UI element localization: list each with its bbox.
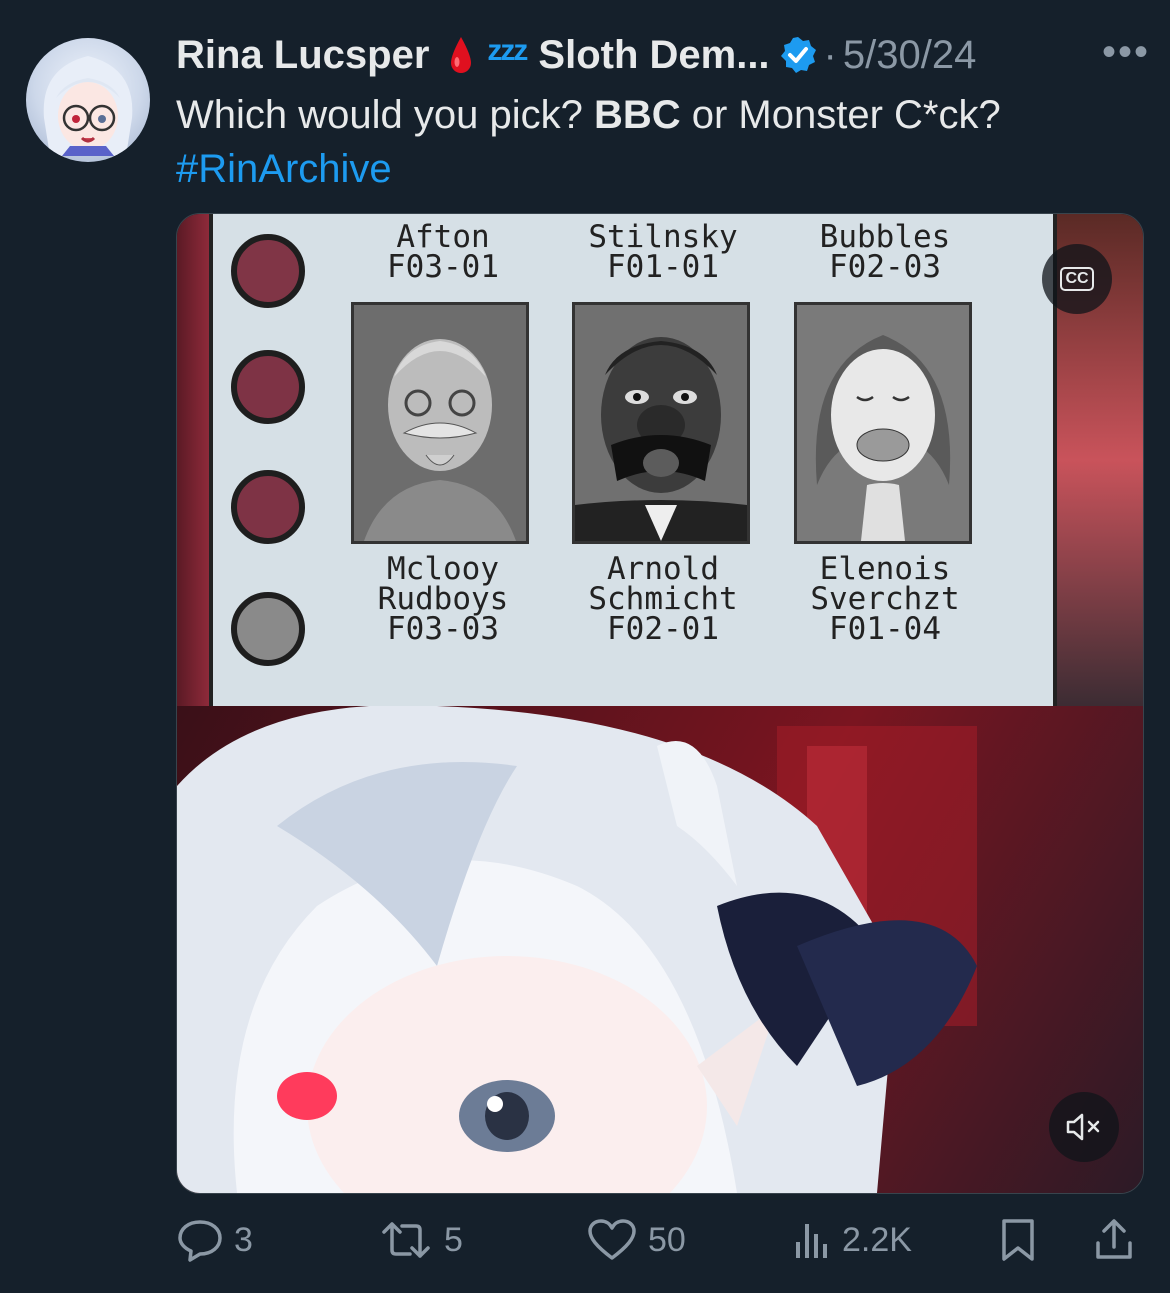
streamer-avatar-overlay: [177, 705, 1143, 1193]
portrait-old-man-drawing: [354, 305, 526, 541]
display-name-suffix[interactable]: Sloth Dem...: [538, 33, 769, 78]
sleep-zzz-icon: zzz: [487, 34, 528, 67]
portrait-mustache-man: [572, 302, 750, 544]
binder-hole: [231, 592, 305, 666]
dossier-code: F01-01: [607, 249, 719, 285]
dossier-entry-stilnsky: Stilnsky F01-01: [575, 219, 751, 285]
dossier-name: Rudboys: [377, 581, 509, 617]
dossier-name: Schmicht: [588, 581, 738, 617]
dossier-code: F02-01: [607, 611, 719, 647]
post-text: Which would you pick? BBC or Monster C*c…: [176, 88, 1001, 196]
dossier-name: Arnold: [607, 551, 719, 587]
binder-hole: [231, 470, 305, 544]
repost-icon: [382, 1222, 430, 1258]
separator-dot: ·: [823, 32, 837, 77]
more-options-button[interactable]: •••: [1102, 30, 1150, 75]
view-count: 2.2K: [842, 1220, 912, 1259]
analytics-bars-icon: [796, 1224, 827, 1258]
captions-button[interactable]: CC: [1042, 244, 1112, 314]
dossier-code: F03-01: [387, 249, 499, 285]
vtuber-illustration: [177, 705, 977, 1193]
share-button[interactable]: [1092, 1217, 1136, 1263]
author-avatar[interactable]: [26, 38, 150, 162]
dossier-code: F03-03: [387, 611, 499, 647]
reply-icon: [178, 1220, 222, 1262]
like-count: 50: [648, 1220, 686, 1259]
dossier-name: Stilnsky: [588, 219, 738, 255]
post-header: Rina Lucsper zzz Sloth Dem... · 5/30/24 …: [176, 30, 1150, 80]
hashtag-link[interactable]: #RinArchive: [176, 142, 1001, 196]
speaker-muted-icon: [1066, 1113, 1100, 1141]
portrait-mustache-drawing: [575, 305, 747, 541]
dossier-name: Afton: [396, 219, 490, 255]
post-text-part2: or Monster C*ck?: [680, 93, 1001, 137]
portrait-old-man: [351, 302, 529, 544]
views-button[interactable]: 2.2K: [792, 1218, 912, 1262]
blood-drop-icon: [451, 37, 472, 73]
post-text-bold: BBC: [593, 93, 681, 137]
bookmark-button[interactable]: [998, 1217, 1038, 1263]
portrait-woman: [794, 302, 972, 544]
dossier-entry-arnold: Arnold Schmicht F02-01: [575, 551, 751, 647]
video-player[interactable]: Afton F03-01 Stilnsky F01-01 Bubbles F02…: [176, 213, 1144, 1194]
dossier-entry-afton: Afton F03-01: [355, 219, 531, 285]
mute-button[interactable]: [1049, 1092, 1119, 1162]
heart-icon: [588, 1219, 636, 1260]
avatar-illustration: [43, 56, 133, 156]
share-icon: [1096, 1219, 1132, 1259]
dossier-code: F02-03: [829, 249, 941, 285]
post-text-part1: Which would you pick?: [176, 93, 594, 137]
dossier-name: Elenois: [819, 551, 951, 587]
binder-hole: [231, 350, 305, 424]
dossier-entry-bubbles: Bubbles F02-03: [797, 219, 973, 285]
verified-badge-icon[interactable]: [778, 35, 818, 75]
bookmark-icon: [1002, 1219, 1034, 1261]
post-actions-bar: 3 5 50 2.2K: [176, 1214, 1142, 1266]
dossier-entry-mclooy: Mclooy Rudboys F03-03: [355, 551, 531, 647]
reply-count: 3: [234, 1220, 253, 1259]
left-wall-strip: [177, 214, 209, 706]
author-name[interactable]: Rina Lucsper: [176, 33, 429, 78]
closed-captions-icon: CC: [1060, 267, 1094, 291]
repost-count: 5: [444, 1220, 463, 1259]
like-button[interactable]: 50: [586, 1218, 686, 1262]
dossier-name: Bubbles: [819, 219, 951, 255]
portrait-woman-drawing: [797, 305, 969, 541]
dossier-name: Mclooy: [387, 551, 499, 587]
dossier-name: Sverchzt: [810, 581, 960, 617]
post-date[interactable]: 5/30/24: [843, 33, 976, 78]
dossier-code: F01-04: [829, 611, 941, 647]
dossier-sheet: Afton F03-01 Stilnsky F01-01 Bubbles F02…: [209, 214, 1057, 706]
dossier-entry-elenois: Elenois Sverchzt F01-04: [797, 551, 973, 647]
repost-button[interactable]: 5: [378, 1218, 463, 1262]
post-text-line: Which would you pick? BBC or Monster C*c…: [176, 88, 1001, 142]
reply-button[interactable]: 3: [176, 1218, 253, 1262]
binder-hole: [231, 234, 305, 308]
